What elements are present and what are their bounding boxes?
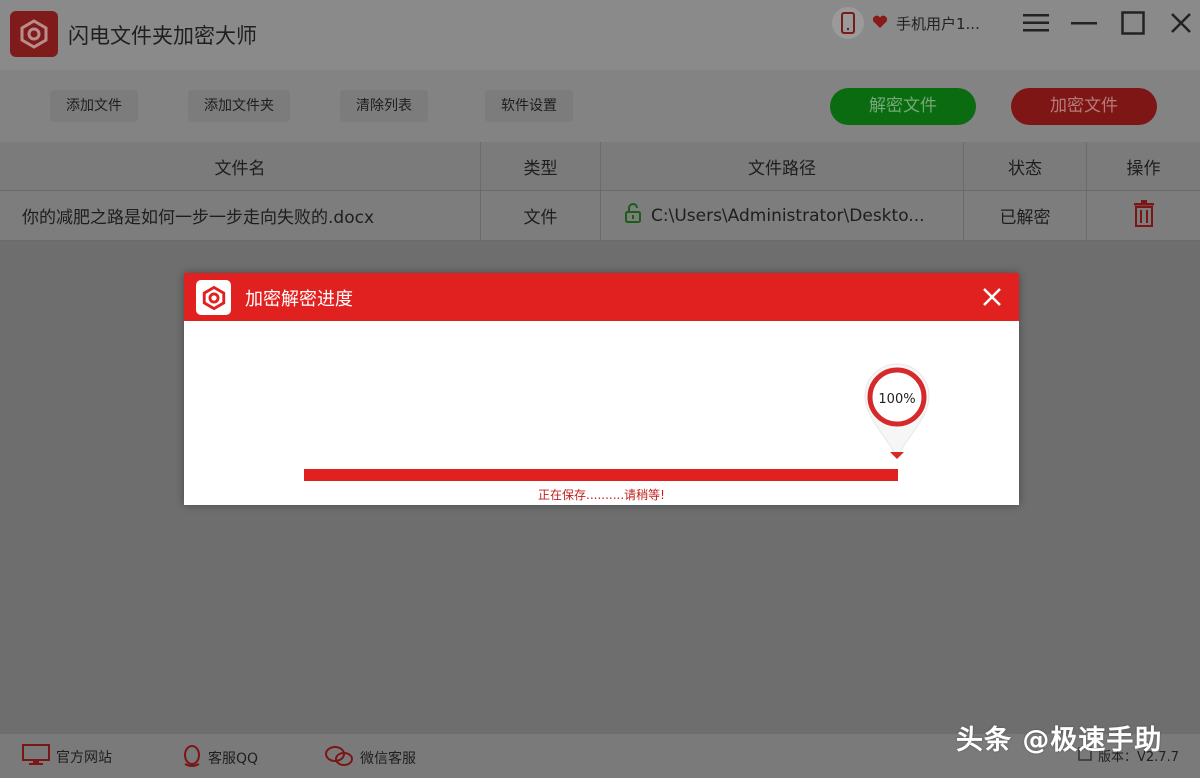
toolbar: 添加文件 添加文件夹 清除列表 软件设置 解密文件 加密文件 bbox=[0, 70, 1200, 142]
progress-dialog: 加密解密进度 100% 正在保存..........请稍等! bbox=[184, 273, 1019, 505]
close-icon[interactable] bbox=[1166, 8, 1196, 38]
column-header-action: 操作 bbox=[1126, 158, 1161, 179]
website-label: 官方网站 bbox=[56, 750, 112, 766]
progress-pin-icon bbox=[864, 363, 930, 460]
maximize-icon[interactable] bbox=[1118, 8, 1148, 38]
column-header-type: 类型 bbox=[481, 142, 601, 190]
file-status: 已解密 bbox=[964, 191, 1087, 240]
wechat-link[interactable]: 微信客服 bbox=[324, 744, 416, 772]
file-path-cell: C:\Users\Administrator\Deskto... bbox=[601, 191, 964, 240]
decrypt-button[interactable]: 解密文件 bbox=[830, 88, 976, 125]
minimize-icon[interactable] bbox=[1069, 8, 1099, 38]
close-icon[interactable] bbox=[978, 283, 1006, 311]
add-file-button[interactable]: 添加文件 bbox=[50, 90, 138, 122]
qq-penguin-icon bbox=[182, 744, 202, 772]
dialog-header: 加密解密进度 bbox=[184, 273, 1019, 321]
file-path: C:\Users\Administrator\Deskto... bbox=[651, 205, 925, 226]
table-row[interactable]: 你的减肥之路是如何一步一步走向失败的.docx 文件 C:\Users\Admi… bbox=[0, 191, 1200, 241]
clear-list-button[interactable]: 清除列表 bbox=[340, 90, 428, 122]
wechat-label: 微信客服 bbox=[360, 751, 416, 767]
qq-link[interactable]: 客服QQ bbox=[182, 744, 258, 772]
file-name-cell: 你的减肥之路是如何一步一步走向失败的.docx bbox=[0, 191, 481, 240]
column-header-name: 文件名 bbox=[0, 142, 481, 190]
file-name: 你的减肥之路是如何一步一步走向失败的.docx bbox=[22, 208, 375, 228]
progress-percent: 100% bbox=[878, 392, 916, 407]
hamburger-menu-icon[interactable] bbox=[1021, 8, 1051, 38]
unlock-icon bbox=[625, 203, 641, 228]
website-link[interactable]: 官方网站 bbox=[22, 744, 112, 770]
app-title: 闪电文件夹加密大师 bbox=[68, 24, 257, 48]
user-account[interactable]: 手机用户1... bbox=[832, 7, 980, 39]
encrypt-button[interactable]: 加密文件 bbox=[1011, 88, 1157, 125]
vip-heart-icon bbox=[872, 14, 888, 33]
qq-label: 客服QQ bbox=[208, 751, 259, 767]
watermark: 头条 @极速手助 bbox=[956, 725, 1163, 756]
monitor-icon bbox=[22, 744, 50, 770]
progress-status-text: 正在保存..........请稍等! bbox=[538, 488, 665, 502]
dialog-title: 加密解密进度 bbox=[245, 289, 353, 310]
user-name[interactable]: 手机用户1... bbox=[896, 13, 980, 34]
settings-button[interactable]: 软件设置 bbox=[485, 90, 573, 122]
progress-bar-fill bbox=[304, 469, 898, 481]
app-logo-icon bbox=[10, 11, 58, 57]
table-header: 文件名 类型 文件路径 状态 操作 bbox=[0, 142, 1200, 191]
column-header-path: 文件路径 bbox=[601, 142, 964, 190]
add-folder-button[interactable]: 添加文件夹 bbox=[188, 90, 290, 122]
dialog-logo-icon bbox=[196, 280, 231, 315]
progress-bar bbox=[304, 469, 898, 481]
file-type: 文件 bbox=[481, 191, 601, 240]
column-header-status: 状态 bbox=[964, 142, 1087, 190]
trash-icon[interactable] bbox=[1133, 199, 1155, 232]
title-bar: 闪电文件夹加密大师 手机用户1... bbox=[0, 0, 1200, 70]
delete-cell bbox=[1087, 191, 1200, 240]
phone-icon[interactable] bbox=[832, 7, 864, 39]
wechat-icon bbox=[324, 744, 354, 772]
